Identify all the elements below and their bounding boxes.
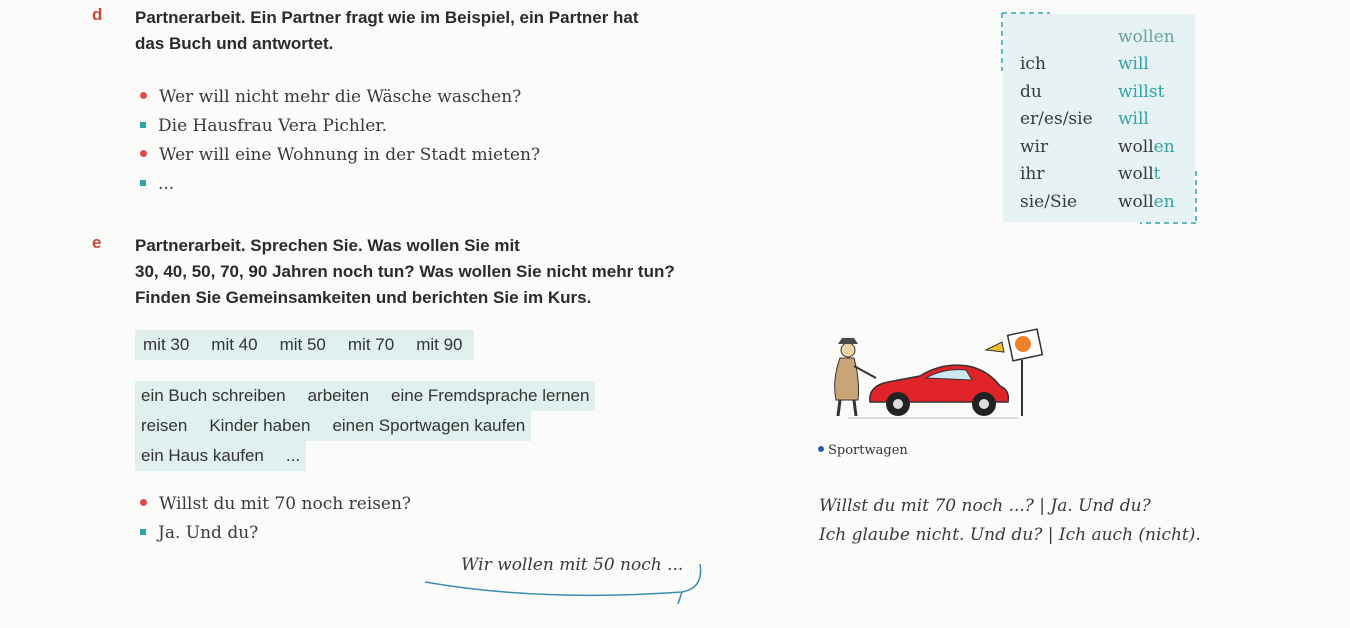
instruction-line: Partnerarbeit. Ein Partner fragt wie im …: [135, 8, 639, 27]
instruction-line: das Buch und antwortet.: [135, 34, 334, 53]
hint-phrases: Willst du mit 70 noch ...? | Ja. Und du?…: [819, 492, 1201, 550]
hint-line: Willst du mit 70 noch ...? | Ja. Und du?: [819, 496, 1151, 516]
grammar-row: er/es/sie will: [1020, 109, 1149, 129]
dialog-line: ...: [140, 170, 540, 199]
instruction-line: Finden Sie Gemeinsamkeiten und berichten…: [135, 288, 592, 307]
grammar-row: ich will: [1020, 54, 1149, 74]
red-dot-icon: [140, 499, 147, 506]
teal-square-icon: [140, 529, 146, 535]
age-chip: mit 90: [416, 335, 463, 354]
illustration-caption: Sportwagen: [818, 443, 908, 458]
dialog-line: Willst du mit 70 noch reisen?: [140, 490, 411, 519]
grammar-table: ich will du willst er/es/sie will wir wollen…: [1020, 51, 1175, 216]
grammar-header: wollen: [1118, 27, 1175, 47]
red-dot-icon: [140, 92, 147, 99]
exercise-e-instruction: Partnerarbeit. Sprechen Sie. Was wollen …: [135, 233, 675, 311]
instruction-line: 30, 40, 50, 70, 90 Jahren noch tun? Was …: [135, 262, 675, 281]
exercise-letter-e: e: [92, 233, 102, 252]
age-chip: mit 30: [143, 335, 190, 354]
hint-line: Ich glaube nicht. Und du? | Ich auch (ni…: [819, 525, 1201, 545]
dialog-line: Wer will nicht mehr die Wäsche waschen?: [140, 83, 540, 112]
speech-bubble-line: [424, 563, 702, 605]
grammar-box-wollen: wollen ich will du willst er/es/sie will wi…: [1001, 12, 1197, 224]
exercise-d-instruction: Partnerarbeit. Ein Partner fragt wie im …: [135, 5, 639, 57]
exercise-letter-d: d: [92, 5, 103, 24]
activity-row: ein Haus kaufen...: [135, 441, 307, 471]
activity-row: reisen Kinder haben einen Sportwagen kaufe…: [135, 411, 532, 441]
dialog-line: Ja. Und du?: [140, 519, 411, 548]
teal-square-icon: [140, 180, 146, 186]
blue-dot-icon: [818, 446, 824, 452]
activity-row: ein Buch schreiben arbeiten eine Fremdspra…: [135, 381, 596, 411]
age-word-box: mit 30 mit 40 mit 50 mit 70 mit 90: [135, 330, 475, 360]
exercise-e-dialog: Willst du mit 70 noch reisen? Ja. Und du…: [140, 490, 411, 548]
activity-word-box: ein Buch schreiben arbeiten eine Fremdspra…: [135, 381, 596, 471]
age-chip: mit 70: [347, 335, 395, 354]
exercise-d-dialog: Wer will nicht mehr die Wäsche waschen? …: [140, 83, 540, 199]
dialog-line: Die Hausfrau Vera Pichler.: [140, 112, 540, 141]
grammar-row: ihr wollt: [1020, 164, 1161, 184]
age-chip: mit 40: [211, 335, 258, 354]
teal-square-icon: [140, 122, 146, 128]
red-dot-icon: [140, 150, 147, 157]
grammar-row: wir wollen: [1020, 136, 1175, 157]
instruction-line: Partnerarbeit. Sprechen Sie. Was wollen …: [135, 236, 520, 255]
dialog-line: Wer will eine Wohnung in der Stadt miete…: [140, 141, 540, 170]
grammar-row: sie/Sie wollen: [1020, 191, 1175, 212]
age-chip: mit 50: [279, 335, 326, 354]
sportwagen-illustration: [834, 328, 1044, 419]
grammar-row: du willst: [1020, 81, 1165, 102]
